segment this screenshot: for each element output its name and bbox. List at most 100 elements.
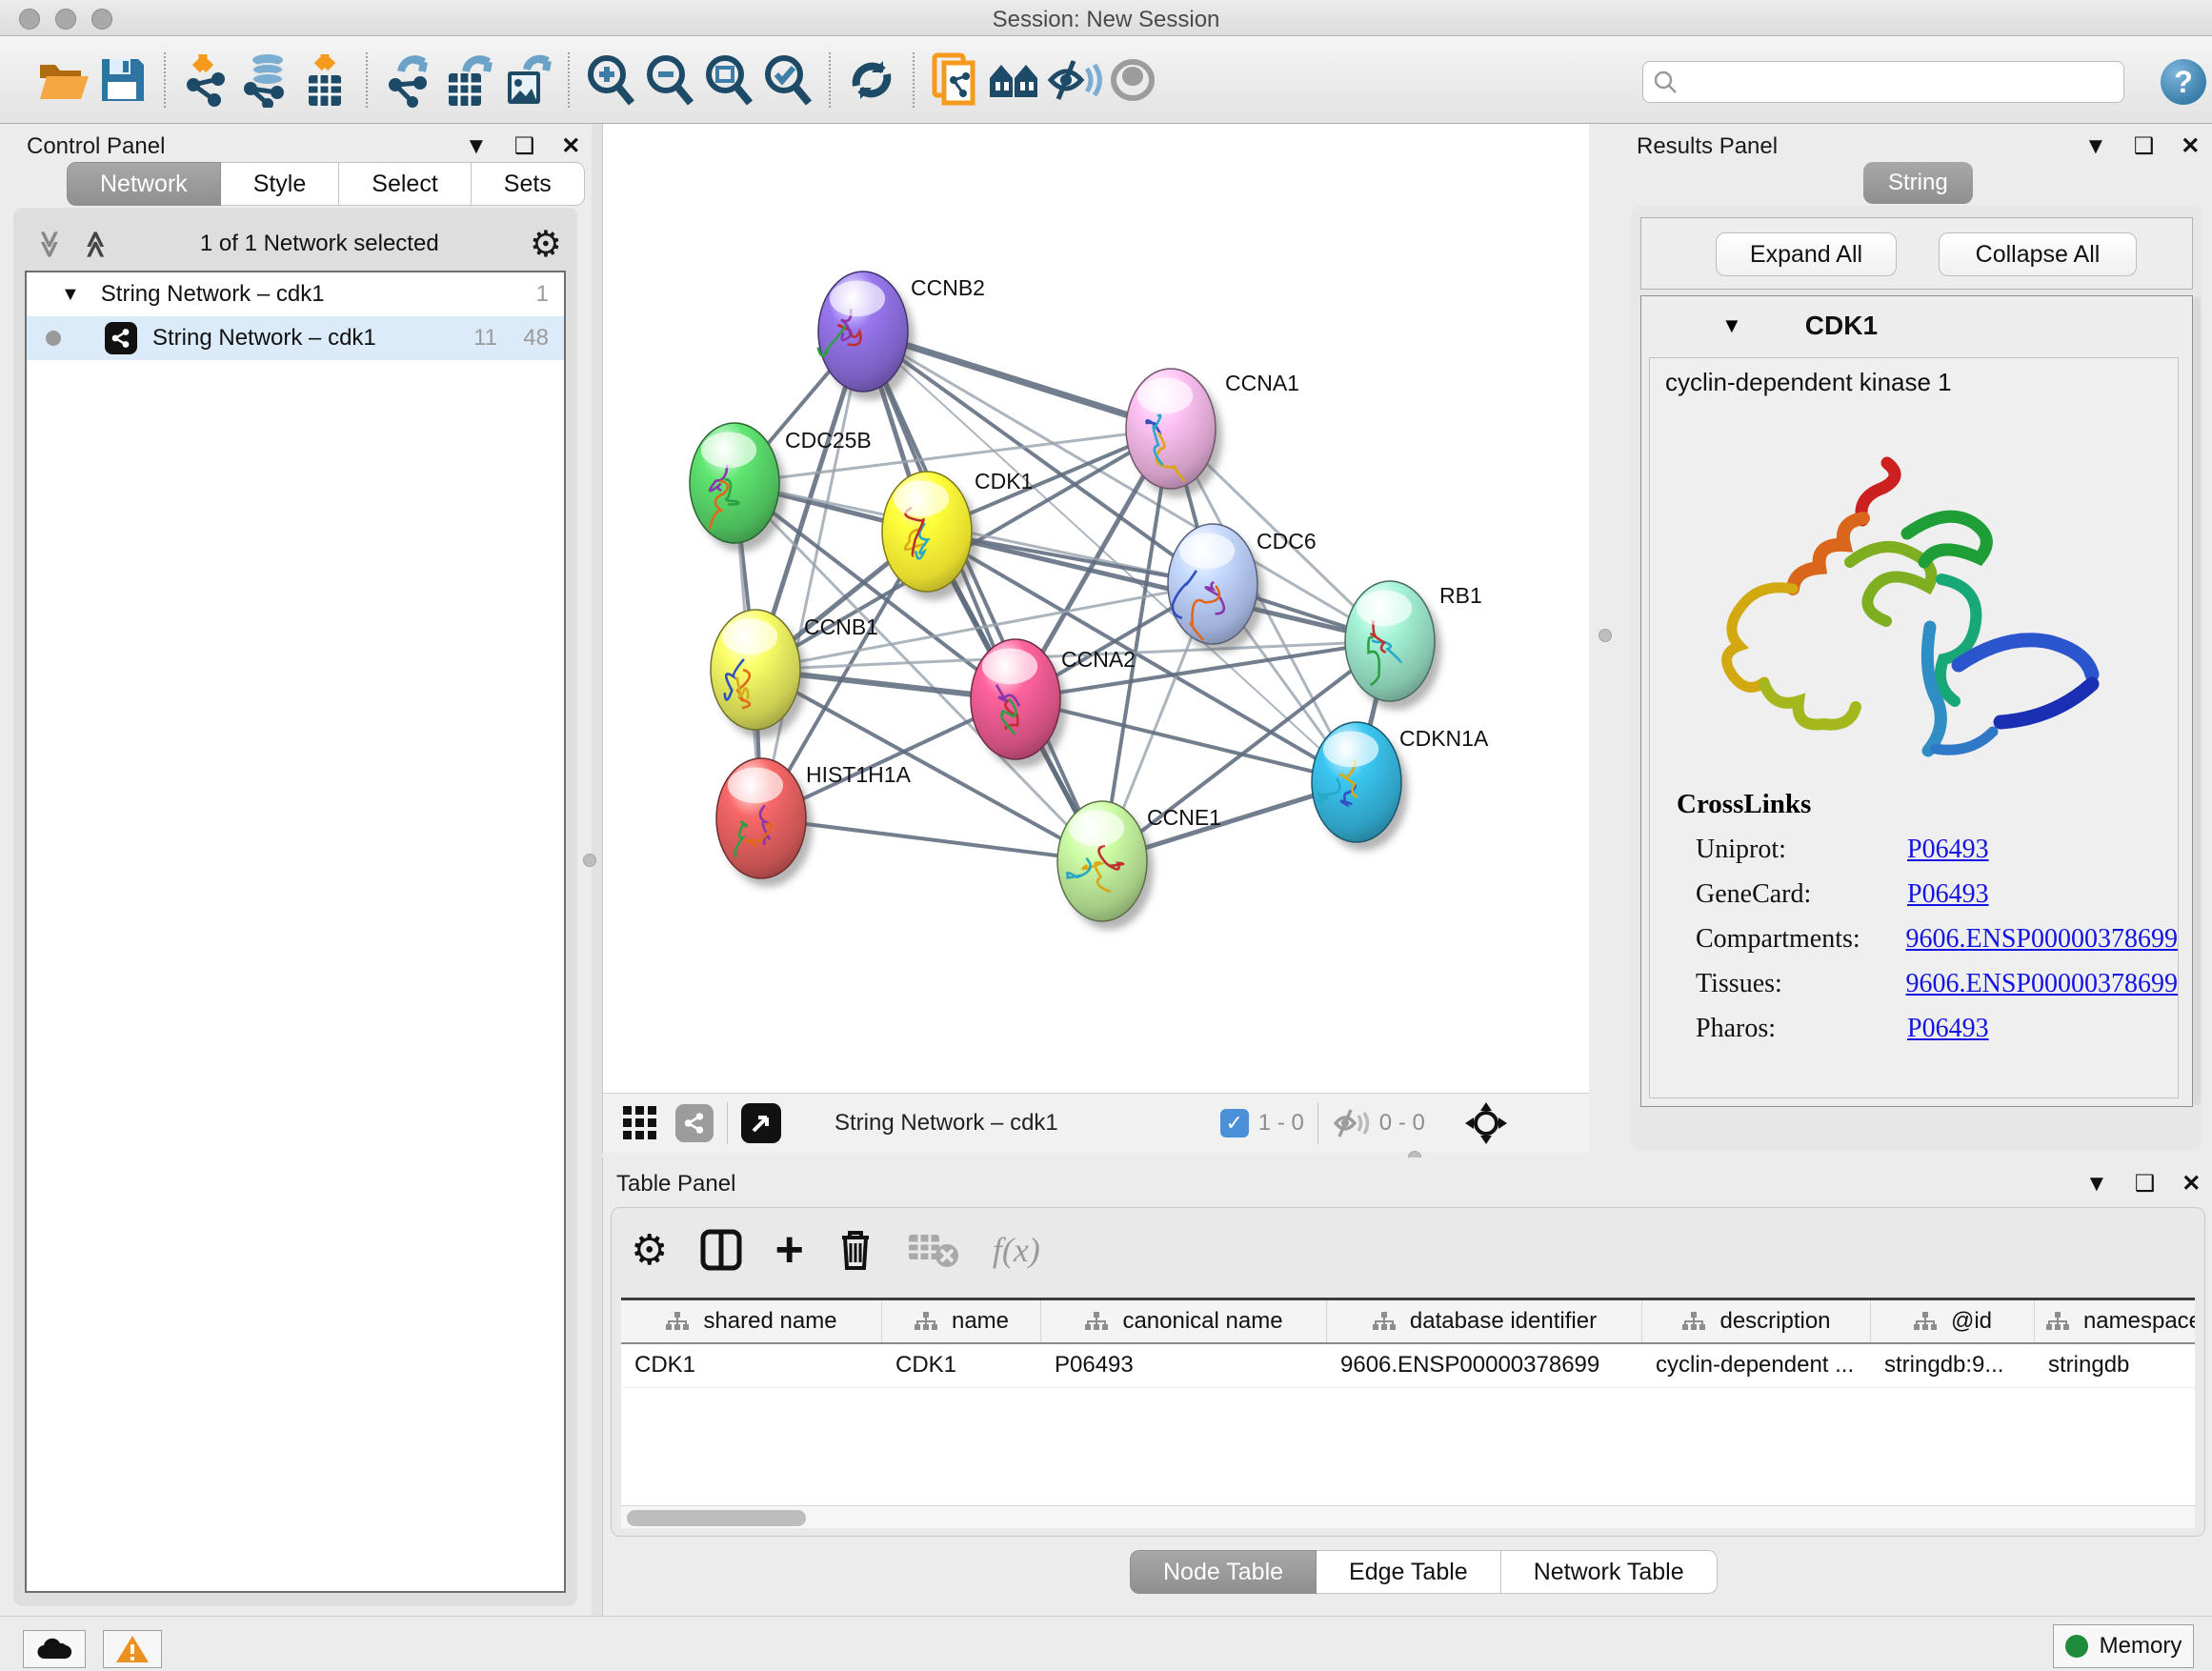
- table-panel-menu-icon[interactable]: ▼: [2085, 1173, 2108, 1196]
- function-builder-icon[interactable]: f(x): [993, 1230, 1040, 1270]
- table-cell[interactable]: stringdb: [2035, 1344, 2195, 1387]
- hidden-elements-icon[interactable]: [1332, 1107, 1370, 1139]
- network-node-CDC6[interactable]: CDC6: [1168, 524, 1317, 653]
- zoom-in-icon[interactable]: [581, 50, 640, 110]
- tree-expander-icon[interactable]: ▼: [61, 284, 80, 306]
- tab-select[interactable]: Select: [339, 162, 471, 206]
- open-session-icon[interactable]: [34, 50, 93, 110]
- tab-string[interactable]: String: [1863, 162, 1973, 204]
- table-panel-float-icon[interactable]: ❑: [2135, 1173, 2156, 1196]
- zoom-fit-content-icon[interactable]: [699, 50, 758, 110]
- column-header-description[interactable]: description: [1642, 1300, 1871, 1342]
- tab-node-table[interactable]: Node Table: [1130, 1550, 1317, 1594]
- cloud-status-button[interactable]: [23, 1630, 86, 1668]
- show-columns-icon[interactable]: [700, 1229, 742, 1271]
- tab-style[interactable]: Style: [221, 162, 340, 206]
- results-scrollbar[interactable]: [2193, 297, 2201, 1105]
- crosslink-link[interactable]: P06493: [1907, 835, 1989, 865]
- grid-view-icon[interactable]: [622, 1105, 658, 1141]
- share-view-icon[interactable]: [675, 1104, 714, 1142]
- crosslinks-heading: CrossLinks: [1650, 789, 2178, 820]
- network-edge[interactable]: [761, 332, 863, 818]
- hide-graphics-details-icon[interactable]: [1044, 50, 1103, 110]
- create-column-icon[interactable]: +: [774, 1229, 803, 1271]
- tab-network[interactable]: Network: [67, 162, 221, 206]
- network-row-selected[interactable]: String Network – cdk1 11 48: [27, 316, 564, 360]
- table-horizontal-scrollbar[interactable]: [621, 1505, 2195, 1528]
- delete-table-icon[interactable]: [907, 1231, 960, 1269]
- network-node-HIST1H1A[interactable]: HIST1H1A: [716, 758, 912, 887]
- birds-eye-view-icon[interactable]: [741, 1103, 781, 1143]
- refresh-network-view-icon[interactable]: [842, 50, 901, 110]
- tab-sets[interactable]: Sets: [472, 162, 585, 206]
- export-network-icon[interactable]: [379, 50, 438, 110]
- zoom-selected-icon[interactable]: [758, 50, 817, 110]
- column-header-name[interactable]: name: [882, 1300, 1041, 1342]
- crosslink-link[interactable]: 9606.ENSP00000378699: [1906, 924, 2178, 955]
- table-options-gear-icon[interactable]: ⚙: [631, 1226, 668, 1275]
- memory-button[interactable]: Memory: [2053, 1624, 2194, 1668]
- table-cell[interactable]: cyclin-dependent ...: [1642, 1344, 1871, 1387]
- column-header-canonical-name[interactable]: canonical name: [1041, 1300, 1327, 1342]
- collapse-all-button[interactable]: Collapse All: [1939, 232, 2137, 276]
- expand-all-button[interactable]: Expand All: [1716, 232, 1897, 276]
- control-panel-menu-icon[interactable]: ▼: [465, 135, 488, 158]
- save-session-icon[interactable]: [93, 50, 152, 110]
- column-header-database-identifier[interactable]: database identifier: [1327, 1300, 1642, 1342]
- results-panel-float-icon[interactable]: ❑: [2134, 135, 2155, 158]
- table-cell[interactable]: 9606.ENSP00000378699: [1327, 1344, 1642, 1387]
- collapse-all-networks-icon[interactable]: ≫: [34, 230, 66, 257]
- tab-edge-table[interactable]: Edge Table: [1317, 1550, 1501, 1594]
- table-cell[interactable]: P06493: [1041, 1344, 1327, 1387]
- table-panel-close-icon[interactable]: ✕: [2182, 1173, 2201, 1196]
- column-header-id[interactable]: @id: [1871, 1300, 2035, 1342]
- delete-column-icon[interactable]: [836, 1228, 875, 1272]
- show-graphics-details-icon[interactable]: [1103, 50, 1162, 110]
- results-panel-menu-icon[interactable]: ▼: [2084, 135, 2107, 158]
- crosslink-link[interactable]: P06493: [1907, 879, 1989, 910]
- help-icon[interactable]: ?: [2161, 59, 2206, 105]
- left-splitter-handle[interactable]: [583, 854, 596, 867]
- tab-network-table[interactable]: Network Table: [1501, 1550, 1718, 1594]
- export-image-icon[interactable]: [497, 50, 556, 110]
- table-cell[interactable]: stringdb:9...: [1871, 1344, 2035, 1387]
- network-node-CCNA1[interactable]: CCNA1: [1126, 369, 1299, 497]
- left-splitter[interactable]: [592, 124, 602, 1616]
- import-table-from-file-icon[interactable]: [295, 50, 354, 110]
- network-node-CCNE1[interactable]: CCNE1: [1057, 801, 1221, 930]
- right-splitter-handle[interactable]: [1599, 629, 1612, 642]
- network-collection-row[interactable]: ▼ String Network – cdk1 1: [27, 272, 564, 316]
- table-cell[interactable]: CDK1: [882, 1344, 1041, 1387]
- network-node-CCNB2[interactable]: CCNB2: [818, 272, 985, 400]
- search-input[interactable]: [1678, 70, 2097, 94]
- scrollbar-thumb[interactable]: [627, 1510, 806, 1526]
- column-header-namespace[interactable]: namespace: [2035, 1300, 2195, 1342]
- results-panel-close-icon[interactable]: ✕: [2181, 135, 2200, 158]
- network-snapshot-icon[interactable]: [926, 50, 985, 110]
- pan-crosshair-icon[interactable]: [1463, 1100, 1509, 1146]
- network-canvas[interactable]: CCNB2CCNA1CDC25BCDK1CDC6RB1CCNB1CCNA2CDK…: [602, 124, 1589, 1093]
- crosslink-link[interactable]: 9606.ENSP00000378699: [1906, 969, 2178, 999]
- search-box[interactable]: [1642, 61, 2124, 103]
- control-panel-float-icon[interactable]: ❑: [514, 135, 535, 158]
- export-table-icon[interactable]: [438, 50, 497, 110]
- warnings-button[interactable]: [103, 1630, 162, 1668]
- table-cell[interactable]: CDK1: [621, 1344, 882, 1387]
- selected-nodes-checkbox[interactable]: ✓: [1220, 1109, 1249, 1137]
- import-network-from-file-icon[interactable]: [177, 50, 236, 110]
- network-node-RB1[interactable]: RB1: [1345, 581, 1482, 710]
- network-options-gear-icon[interactable]: ⚙: [530, 223, 562, 266]
- expand-all-networks-icon[interactable]: ≫: [79, 230, 111, 257]
- control-panel-close-icon[interactable]: ✕: [561, 135, 580, 158]
- network-node-CCNB1[interactable]: CCNB1: [711, 610, 878, 738]
- import-network-from-database-icon[interactable]: [236, 50, 295, 110]
- string-protein-query-icon[interactable]: [985, 50, 1044, 110]
- network-node-CDKN1A[interactable]: CDKN1A: [1312, 722, 1489, 851]
- zoom-out-icon[interactable]: [640, 50, 699, 110]
- section-expander-icon[interactable]: ▼: [1721, 313, 1742, 338]
- table-row[interactable]: CDK1CDK1P064939606.ENSP00000378699cyclin…: [621, 1344, 2195, 1388]
- network-node-CCNA2[interactable]: CCNA2: [971, 639, 1136, 768]
- column-header-shared-name[interactable]: shared name: [621, 1300, 882, 1342]
- gene-section-header[interactable]: ▼ CDK1: [1641, 296, 2192, 355]
- crosslink-link[interactable]: P06493: [1907, 1014, 1989, 1044]
